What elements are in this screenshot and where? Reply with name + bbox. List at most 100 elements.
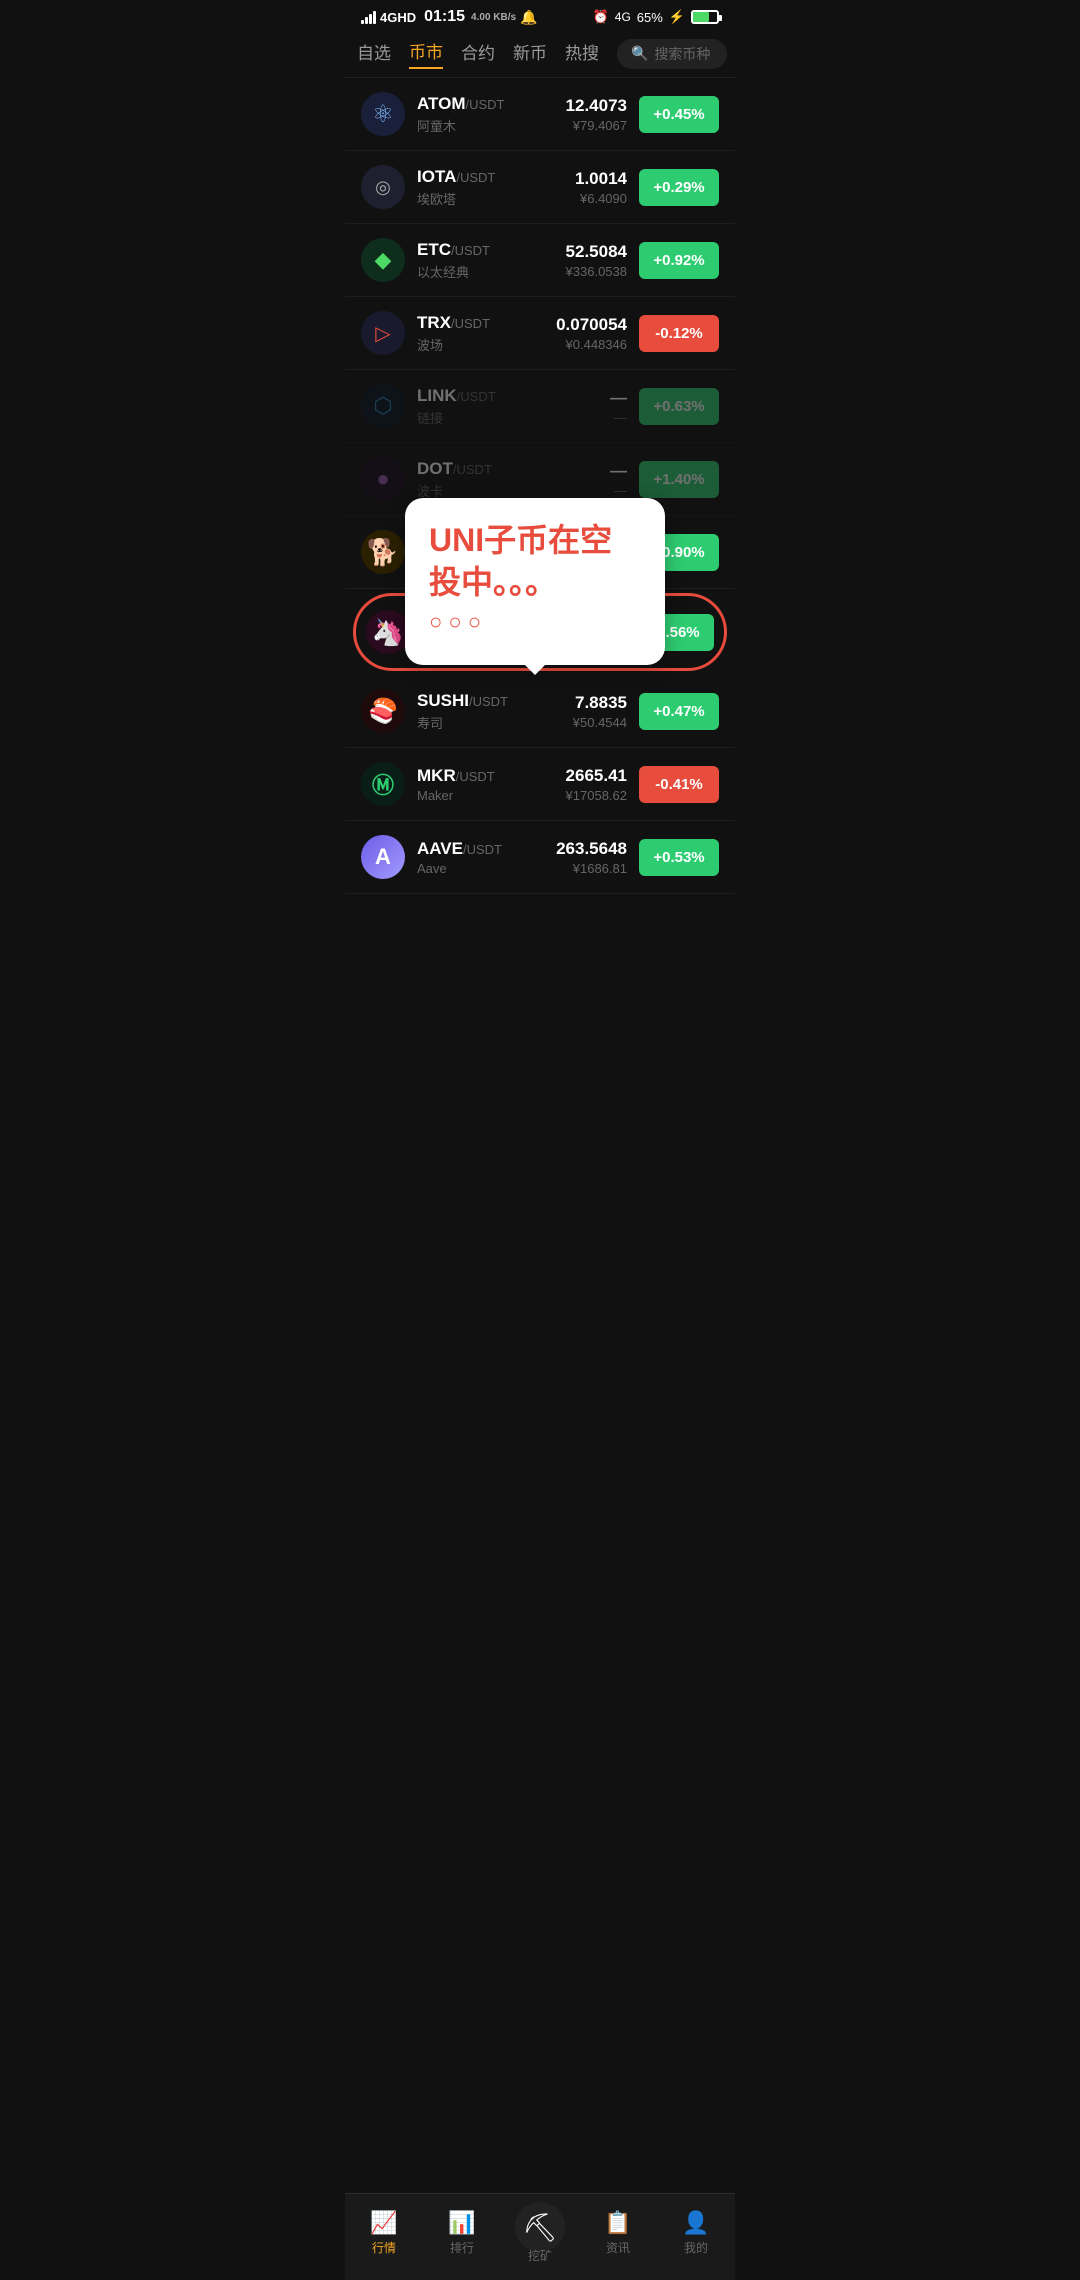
signal-icon <box>361 11 376 24</box>
mining-icon: ⛏ <box>515 2202 565 2252</box>
change-btn-dot[interactable]: +1.40% <box>639 461 719 498</box>
change-btn-sushi[interactable]: +0.47% <box>639 693 719 730</box>
coin-item-etc[interactable]: ◆ ETC/USDT 以太经典 52.5084 ¥336.0538 +0.92% <box>345 224 735 297</box>
change-btn-link[interactable]: +0.63% <box>639 388 719 425</box>
coin-info-etc: ETC/USDT 以太经典 <box>417 240 566 281</box>
tab-market[interactable]: 币市 <box>409 38 443 69</box>
change-btn-aave[interactable]: +0.53% <box>639 839 719 876</box>
coin-price-aave: 263.5648 ¥1686.81 <box>556 839 627 876</box>
ranking-icon: 📊 <box>448 2210 475 2236</box>
coin-name-trx: TRX/USDT <box>417 313 556 333</box>
coin-price-iota: 1.0014 ¥6.4090 <box>575 169 627 206</box>
nav-item-ranking[interactable]: 📊 排行 <box>423 2210 501 2256</box>
search-placeholder: 搜索币种 <box>654 44 710 64</box>
coin-info-dot: DOT/USDT 波卡 <box>417 459 610 500</box>
profile-label: 我的 <box>684 2239 708 2256</box>
change-btn-atom[interactable]: +0.45% <box>639 96 719 133</box>
coin-subname-trx: 波场 <box>417 335 556 354</box>
popup-bubble: UNI子币在空投中。。。 ○ ○ ○ <box>405 498 665 665</box>
coin-price-atom: 12.4073 ¥79.4067 <box>566 96 627 133</box>
coin-icon-uni: 🦄 <box>366 610 410 654</box>
coin-name-iota: IOTA/USDT <box>417 167 575 187</box>
change-btn-trx[interactable]: -0.12% <box>639 315 719 352</box>
coin-name-sushi: SUSHI/USDT <box>417 691 573 711</box>
coin-subname-mkr: Maker <box>417 788 566 803</box>
coin-name-mkr: MKR/USDT <box>417 766 566 786</box>
alarm-icon: ⏰ <box>593 9 609 25</box>
coin-name-link: LINK/USDT <box>417 386 610 406</box>
nav-item-news[interactable]: 📋 资讯 <box>579 2210 657 2256</box>
search-icon: 🔍 <box>631 45 648 62</box>
coin-subname-etc: 以太经典 <box>417 262 566 281</box>
coin-icon-etc: ◆ <box>361 238 405 282</box>
nav-item-mining[interactable]: ⛏ 挖矿 <box>501 2202 579 2264</box>
coin-icon-doge: 🐕 <box>361 530 405 574</box>
bottom-nav: 📈 行情 📊 排行 ⛏ 挖矿 📋 资讯 👤 我的 <box>345 2193 735 2280</box>
coin-icon-mkr: Ⓜ <box>361 762 405 806</box>
coin-subname-aave: Aave <box>417 861 556 876</box>
coin-item-mkr[interactable]: Ⓜ MKR/USDT Maker 2665.41 ¥17058.62 -0.41… <box>345 748 735 821</box>
coin-icon-trx: ▷ <box>361 311 405 355</box>
coin-info-atom: ATOM/USDT 阿童木 <box>417 94 566 135</box>
nav-item-market[interactable]: 📈 行情 <box>345 2210 423 2256</box>
popup-text: UNI子币在空投中。。。 <box>429 520 641 603</box>
tab-hot[interactable]: 热搜 <box>565 39 599 68</box>
status-bar: 4GHD 01:15 4.00 KB/s 🔔 ⏰ 4G 65% ⚡ <box>345 0 735 30</box>
nav-tabs: 自选 币市 合约 新币 热搜 🔍 搜索币种 <box>345 30 735 78</box>
market-label: 行情 <box>372 2239 396 2256</box>
change-btn-iota[interactable]: +0.29% <box>639 169 719 206</box>
coin-subname-sushi: 寿司 <box>417 713 573 732</box>
charging-icon: ⚡ <box>669 9 685 25</box>
coin-name-aave: AAVE/USDT <box>417 839 556 859</box>
coin-subname-dot: 波卡 <box>417 481 610 500</box>
coin-icon-dot: ● <box>361 457 405 501</box>
coin-price-trx: 0.070054 ¥0.448346 <box>556 315 627 352</box>
coin-icon-iota: ◎ <box>361 165 405 209</box>
tab-contract[interactable]: 合约 <box>461 39 495 68</box>
coin-item-trx[interactable]: ▷ TRX/USDT 波场 0.070054 ¥0.448346 -0.12% <box>345 297 735 370</box>
tab-watchlist[interactable]: 自选 <box>357 39 391 68</box>
news-label: 资讯 <box>606 2239 630 2256</box>
coin-info-trx: TRX/USDT 波场 <box>417 313 556 354</box>
coin-info-mkr: MKR/USDT Maker <box>417 766 566 803</box>
coin-price-mkr: 2665.41 ¥17058.62 <box>566 766 627 803</box>
news-icon: 📋 <box>604 2210 631 2236</box>
change-btn-mkr[interactable]: -0.41% <box>639 766 719 803</box>
coin-item-atom[interactable]: ⚛ ATOM/USDT 阿童木 12.4073 ¥79.4067 +0.45% <box>345 78 735 151</box>
coin-subname-link: 链接 <box>417 408 610 427</box>
coin-item-link[interactable]: ⬡ LINK/USDT 链接 — — +0.63% <box>345 370 735 443</box>
status-right: ⏰ 4G 65% ⚡ <box>593 9 719 25</box>
coin-price-sushi: 7.8835 ¥50.4544 <box>573 693 627 730</box>
coin-icon-atom: ⚛ <box>361 92 405 136</box>
nav-item-profile[interactable]: 👤 我的 <box>657 2210 735 2256</box>
popup-dots: ○ ○ ○ <box>429 609 641 635</box>
battery-icon <box>691 10 719 24</box>
coin-icon-sushi: 🍣 <box>361 689 405 733</box>
coin-info-link: LINK/USDT 链接 <box>417 386 610 427</box>
battery-percent: 65% <box>637 10 663 25</box>
coin-item-aave[interactable]: A AAVE/USDT Aave 263.5648 ¥1686.81 +0.53… <box>345 821 735 894</box>
speed: 4.00 KB/s <box>471 12 516 23</box>
status-left: 4GHD 01:15 4.00 KB/s 🔔 <box>361 8 538 26</box>
ranking-label: 排行 <box>450 2239 474 2256</box>
mining-label: 挖矿 <box>528 2247 552 2264</box>
search-box[interactable]: 🔍 搜索币种 <box>617 39 727 69</box>
signal-4g: 4G <box>615 10 631 24</box>
profile-icon: 👤 <box>682 2210 709 2236</box>
coin-price-etc: 52.5084 ¥336.0538 <box>566 242 627 279</box>
coin-info-sushi: SUSHI/USDT 寿司 <box>417 691 573 732</box>
coin-subname-iota: 埃欧塔 <box>417 189 575 208</box>
coin-icon-aave: A <box>361 835 405 879</box>
coin-name-atom: ATOM/USDT <box>417 94 566 114</box>
network-type: 4GHD <box>380 10 416 25</box>
coin-name-dot: DOT/USDT <box>417 459 610 479</box>
tab-new[interactable]: 新币 <box>513 39 547 68</box>
change-btn-etc[interactable]: +0.92% <box>639 242 719 279</box>
time: 01:15 <box>424 8 465 26</box>
coin-info-aave: AAVE/USDT Aave <box>417 839 556 876</box>
coin-price-link: — — <box>610 388 627 425</box>
coin-name-etc: ETC/USDT <box>417 240 566 260</box>
coin-item-iota[interactable]: ◎ IOTA/USDT 埃欧塔 1.0014 ¥6.4090 +0.29% <box>345 151 735 224</box>
coin-price-dot: — — <box>610 461 627 498</box>
coin-subname-atom: 阿童木 <box>417 116 566 135</box>
